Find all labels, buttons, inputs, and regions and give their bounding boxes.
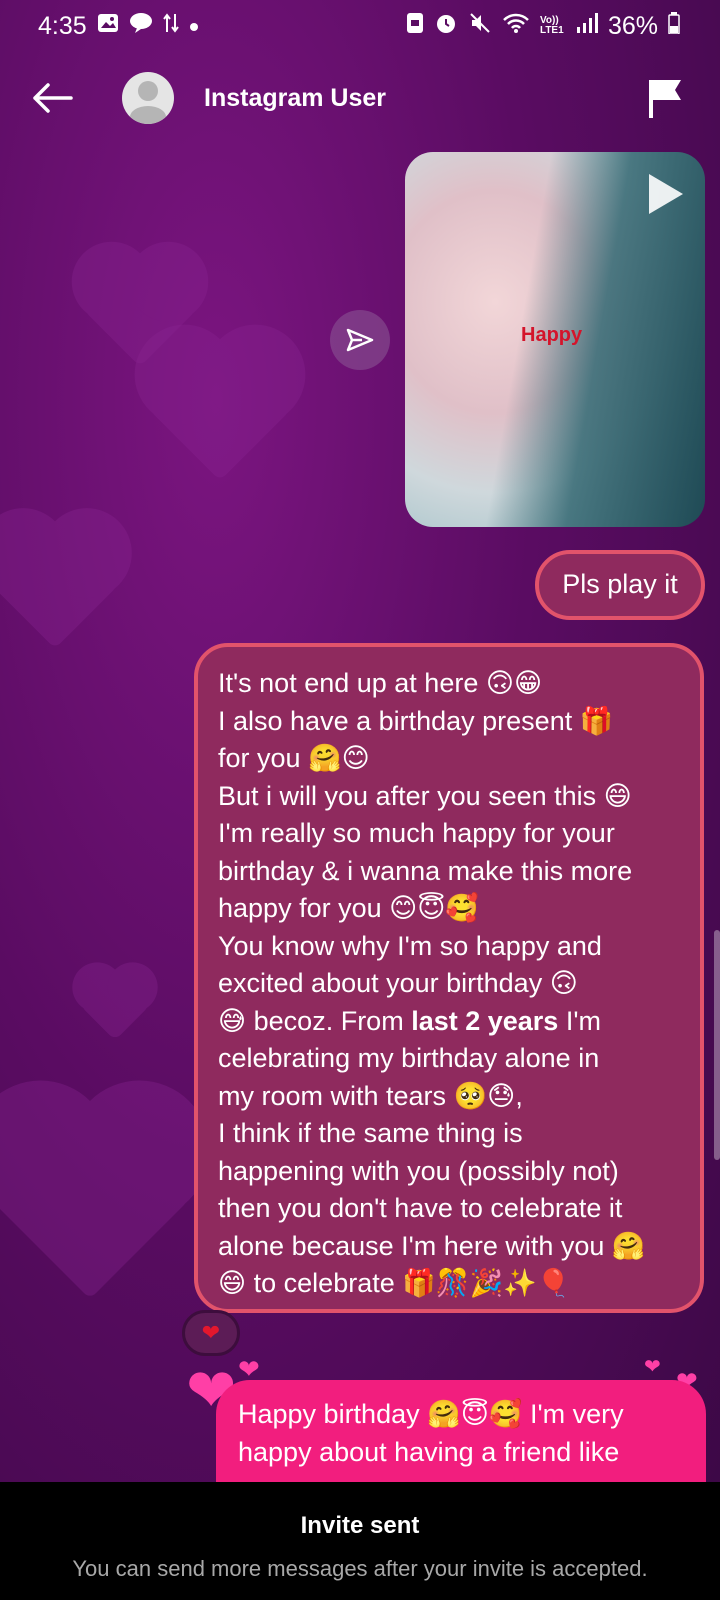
share-icon[interactable] bbox=[330, 310, 390, 370]
flag-icon[interactable] bbox=[646, 76, 690, 120]
message-line: 😄 to celebrate 🎁🎊🎉✨🎈 bbox=[218, 1268, 571, 1298]
alarm-icon bbox=[434, 11, 458, 41]
message-line: I also have a birthday present 🎁 bbox=[218, 705, 614, 736]
message-line: my room with tears 🥺😓, bbox=[218, 1080, 523, 1111]
message-line: Happy birthday 🤗😇🥰 I'm very bbox=[238, 1399, 624, 1429]
status-time: 4:35 bbox=[38, 11, 87, 40]
background-heart bbox=[79, 969, 151, 1041]
message-line-with-bold: 😅 becoz. From last 2 years I'm bbox=[218, 1003, 684, 1041]
message-bubble-long[interactable]: It's not end up at here 🙃😁 I also have a… bbox=[194, 643, 704, 1313]
message-line: birthday & i wanna make this more bbox=[218, 855, 633, 886]
data-transfer-icon bbox=[162, 12, 179, 40]
video-caption: Happy bbox=[521, 324, 583, 346]
chat-icon bbox=[129, 12, 153, 40]
message-line: for you 🤗😊 bbox=[218, 743, 370, 773]
signal-icon bbox=[576, 13, 598, 39]
play-icon[interactable] bbox=[645, 172, 685, 216]
message-line: celebrating my birthday alone in bbox=[218, 1043, 600, 1073]
message-line: excited about your birthday 🙃 bbox=[218, 968, 578, 998]
message-line: You know why I'm so happy and bbox=[218, 930, 602, 961]
message-line: then you don't have to celebrate it bbox=[218, 1193, 623, 1223]
message-line: But i will you after you seen this 😄 bbox=[218, 780, 632, 811]
message-text: Pls play it bbox=[562, 569, 678, 600]
heart-reaction[interactable]: ❤ bbox=[182, 1310, 240, 1356]
message-line: alone because I'm here with you 🤗 bbox=[218, 1230, 646, 1261]
mute-icon bbox=[468, 11, 492, 41]
message-line: I'm really so much happy for your bbox=[218, 818, 615, 848]
nfc-icon bbox=[406, 12, 424, 40]
invite-sent-title: Invite sent bbox=[300, 1512, 420, 1539]
gallery-icon bbox=[97, 12, 119, 40]
battery-icon bbox=[668, 12, 680, 40]
chat-header: Instagram User bbox=[0, 60, 720, 136]
message-line: happy about having a friend like bbox=[238, 1436, 620, 1467]
wifi-icon bbox=[502, 12, 530, 40]
message-segment: I'm bbox=[558, 1005, 601, 1036]
background-heart bbox=[0, 521, 119, 649]
scrollbar[interactable] bbox=[714, 930, 720, 1160]
heart-icon: ❤ bbox=[201, 1320, 221, 1345]
network-label: Vo)) LTE1 bbox=[539, 15, 564, 36]
floating-heart-icon: ❤ bbox=[644, 1356, 661, 1378]
message-line: happy for you 😊😇🥰 bbox=[218, 893, 480, 923]
battery-percent: 36% bbox=[607, 11, 658, 40]
message-bold-segment: last 2 years bbox=[411, 1005, 559, 1036]
background-heart bbox=[149, 339, 291, 481]
shared-video[interactable]: Happy bbox=[405, 152, 705, 527]
message-line: I think if the same thing is bbox=[218, 1118, 523, 1148]
message-line: happening with you (possibly not) bbox=[218, 1155, 619, 1186]
status-bar: 4:35 Vo)) LTE1 36% bbox=[0, 0, 720, 52]
dot-icon bbox=[189, 15, 199, 38]
message-line: It's not end up at here 🙃😁 bbox=[218, 668, 543, 698]
message-segment: 😅 becoz. From bbox=[218, 1005, 412, 1036]
invite-sent-subtitle: You can send more messages after your in… bbox=[72, 1556, 648, 1581]
invite-footer: Invite sent You can send more messages a… bbox=[0, 1482, 720, 1600]
background-heart bbox=[0, 1101, 189, 1299]
contact-name[interactable]: Instagram User bbox=[204, 84, 386, 113]
avatar[interactable] bbox=[122, 72, 174, 124]
back-arrow-icon[interactable] bbox=[30, 76, 74, 120]
message-bubble-short[interactable]: Pls play it bbox=[535, 550, 705, 620]
